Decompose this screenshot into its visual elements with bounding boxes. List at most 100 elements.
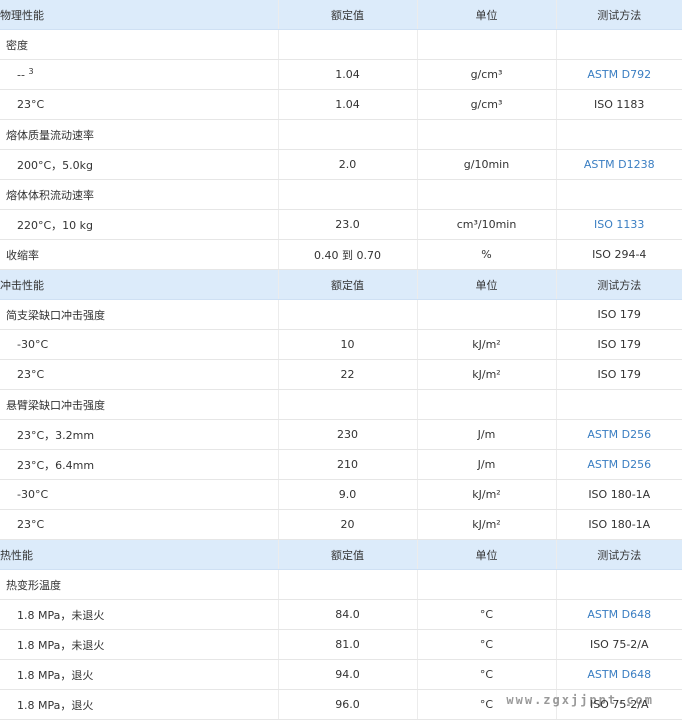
rated-value xyxy=(278,119,418,150)
rated-value xyxy=(278,179,418,210)
property-name: 熔体体积流动速率 xyxy=(0,179,279,210)
unit: °C xyxy=(417,629,557,660)
property-condition-row: 23°C 20 kJ/m² ISO 180-1A xyxy=(0,509,682,540)
unit: °C xyxy=(417,659,557,690)
property-name-text: -30°C xyxy=(17,338,49,351)
rated-value: 84.0 xyxy=(278,599,418,630)
unit: g/cm³ xyxy=(417,89,557,120)
column-header-value: 额定值 xyxy=(278,539,418,570)
property-name: 悬臂梁缺口冲击强度 xyxy=(0,389,279,420)
property-condition-row: 23°C，6.4mm 210 J/m ASTM D256 xyxy=(0,449,682,480)
test-method: ISO 179 xyxy=(597,308,641,321)
spec-table-body: 物理性能 额定值 单位 测试方法 密度 -- 3 1.04 g/cm³ ASTM D792 23°… xyxy=(0,0,682,720)
property-name-text: 密度 xyxy=(6,38,28,52)
property-name-text: 23°C xyxy=(17,368,45,381)
column-header-value: 额定值 xyxy=(278,269,418,300)
property-condition-row: 23°C 22 kJ/m² ISO 179 xyxy=(0,359,682,390)
test-method: ISO 1183 xyxy=(594,98,645,111)
property-name: 23°C，6.4mm xyxy=(0,449,279,480)
rated-value: 23.0 xyxy=(278,209,418,240)
rated-value: 9.0 xyxy=(278,479,418,510)
property-name-text: 热变形温度 xyxy=(6,578,61,592)
property-name-text: 23°C，6.4mm xyxy=(17,458,95,472)
column-header-unit: 单位 xyxy=(417,269,557,300)
property-group-row: 悬臂梁缺口冲击强度 xyxy=(0,389,682,420)
test-method-cell xyxy=(556,569,682,600)
property-condition-row: 1.8 MPa，退火 94.0 °C ASTM D648 xyxy=(0,659,682,690)
property-name: -30°C xyxy=(0,479,279,510)
property-name-text: 23°C xyxy=(17,98,45,111)
property-name: 1.8 MPa，退火 xyxy=(0,689,279,720)
test-method-cell: ISO 179 xyxy=(556,359,682,390)
test-method-link[interactable]: ASTM D648 xyxy=(587,668,651,681)
test-method-cell xyxy=(556,29,682,60)
property-name: 23°C xyxy=(0,509,279,540)
test-method-link[interactable]: ISO 1133 xyxy=(594,218,644,231)
property-name: 收缩率 xyxy=(0,239,279,270)
test-method-link[interactable]: ASTM D256 xyxy=(587,458,651,471)
property-name: 简支梁缺口冲击强度 xyxy=(0,299,279,330)
property-name: 密度 xyxy=(0,29,279,60)
property-name-text: -- xyxy=(17,68,29,82)
test-method-link[interactable]: ASTM D648 xyxy=(587,608,651,621)
test-method-cell: ASTM D256 xyxy=(556,449,682,480)
test-method-cell: ASTM D1238 xyxy=(556,149,682,180)
property-condition-row: 23°C，3.2mm 230 J/m ASTM D256 xyxy=(0,419,682,450)
rated-value xyxy=(278,29,418,60)
property-condition-row: -30°C 9.0 kJ/m² ISO 180-1A xyxy=(0,479,682,510)
test-method-link[interactable]: ASTM D256 xyxy=(587,428,651,441)
unit xyxy=(417,389,557,420)
property-condition-row: 220°C，10 kg 23.0 cm³/10min ISO 1133 xyxy=(0,209,682,240)
unit xyxy=(417,569,557,600)
property-name: 23°C，3.2mm xyxy=(0,419,279,450)
property-name: 23°C xyxy=(0,89,279,120)
property-condition-row: 200°C，5.0kg 2.0 g/10min ASTM D1238 xyxy=(0,149,682,180)
unit: % xyxy=(417,239,557,270)
column-header-method: 测试方法 xyxy=(556,0,682,30)
test-method: ISO 294-4 xyxy=(592,248,647,261)
rated-value: 22 xyxy=(278,359,418,390)
unit: J/m xyxy=(417,419,557,450)
rated-value xyxy=(278,389,418,420)
test-method-link[interactable]: ASTM D1238 xyxy=(584,158,655,171)
test-method-cell: ISO 180-1A xyxy=(556,479,682,510)
test-method: ISO 179 xyxy=(597,368,641,381)
property-name-text: -30°C xyxy=(17,488,49,501)
property-condition-row: 1.8 MPa，未退火 81.0 °C ISO 75-2/A xyxy=(0,629,682,660)
property-condition-row: 23°C 1.04 g/cm³ ISO 1183 xyxy=(0,89,682,120)
unit: °C xyxy=(417,599,557,630)
test-method: ISO 179 xyxy=(597,338,641,351)
property-name: 23°C xyxy=(0,359,279,390)
property-name-text: 悬臂梁缺口冲击强度 xyxy=(6,398,105,412)
test-method-cell: ISO 294-4 xyxy=(556,239,682,270)
property-name: 200°C，5.0kg xyxy=(0,149,279,180)
property-name-text: 220°C，10 kg xyxy=(17,218,94,232)
watermark: www.zgxjjppt.com xyxy=(506,693,654,707)
property-name: 1.8 MPa，未退火 xyxy=(0,629,279,660)
property-name-text: 1.8 MPa，未退火 xyxy=(17,638,105,652)
rated-value: 1.04 xyxy=(278,89,418,120)
property-condition-row: 1.8 MPa，未退火 84.0 °C ASTM D648 xyxy=(0,599,682,630)
rated-value: 20 xyxy=(278,509,418,540)
test-method-cell: ISO 179 xyxy=(556,329,682,360)
section-header-row: 热性能 额定值 单位 测试方法 xyxy=(0,539,682,570)
test-method-cell: ASTM D648 xyxy=(556,599,682,630)
property-name-text: 1.8 MPa，退火 xyxy=(17,698,94,712)
property-name-text: 熔体体积流动速率 xyxy=(6,188,94,202)
rated-value xyxy=(278,569,418,600)
unit: kJ/m² xyxy=(417,479,557,510)
unit xyxy=(417,119,557,150)
property-name-text: 1.8 MPa，未退火 xyxy=(17,608,105,622)
property-group-row: 简支梁缺口冲击强度 ISO 179 xyxy=(0,299,682,330)
property-name-text: 1.8 MPa，退火 xyxy=(17,668,94,682)
property-name: 热变形温度 xyxy=(0,569,279,600)
test-method-link[interactable]: ASTM D792 xyxy=(587,68,651,81)
rated-value: 81.0 xyxy=(278,629,418,660)
rated-value: 96.0 xyxy=(278,689,418,720)
column-header-unit: 单位 xyxy=(417,539,557,570)
unit: kJ/m² xyxy=(417,359,557,390)
test-method: ISO 180-1A xyxy=(588,518,651,531)
property-group-row: 热变形温度 xyxy=(0,569,682,600)
unit: kJ/m² xyxy=(417,509,557,540)
column-header-method: 测试方法 xyxy=(556,539,682,570)
